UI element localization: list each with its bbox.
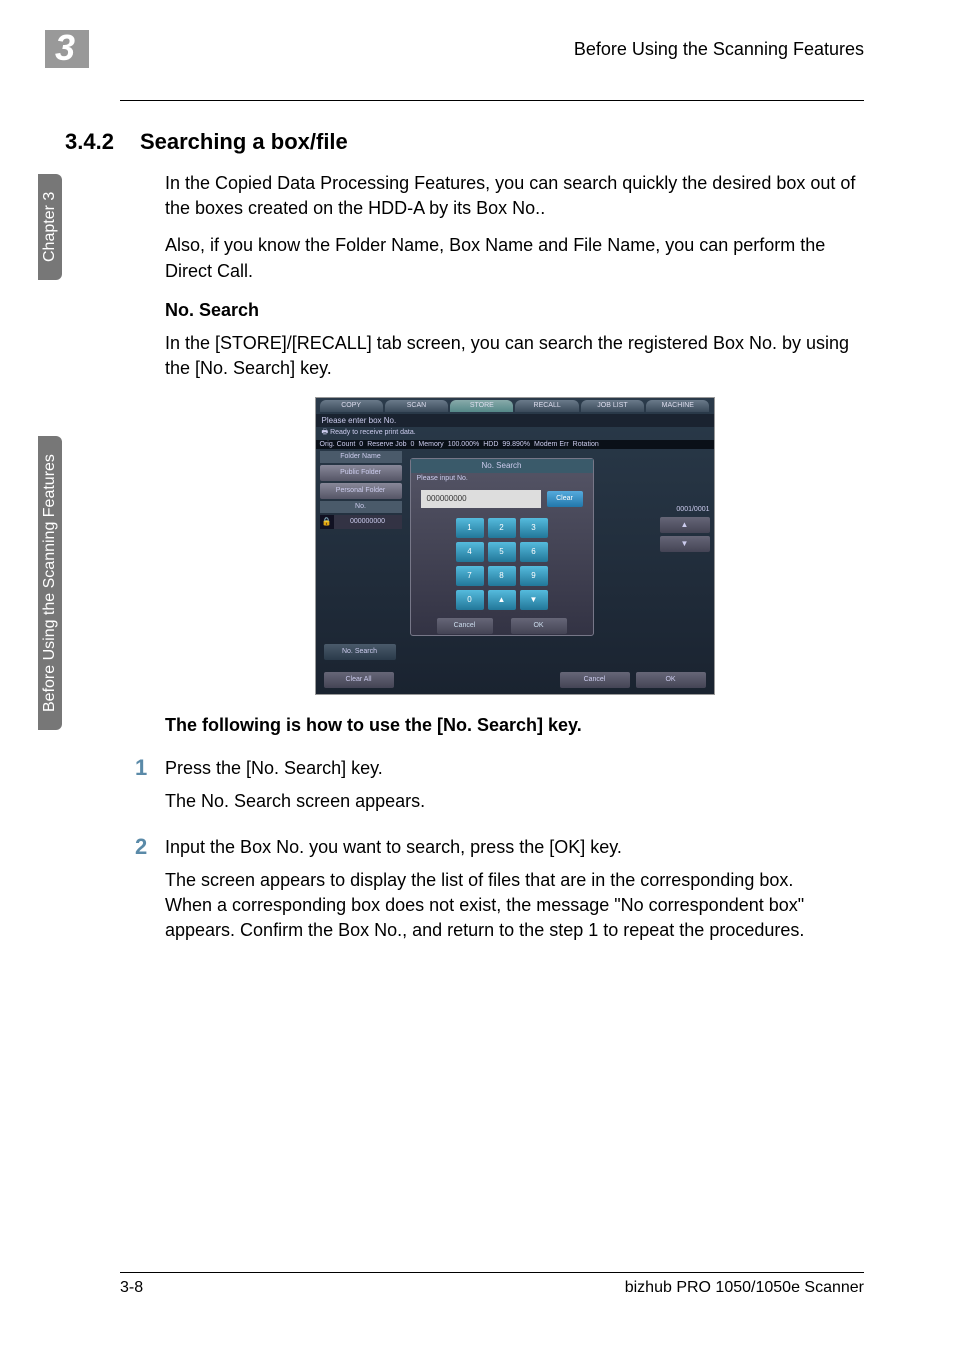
running-header-title: Before Using the Scanning Features <box>574 39 864 60</box>
memory-value: 100.000% <box>448 441 480 448</box>
step-1-number: 1 <box>135 756 165 780</box>
reserve-label: Reserve Job <box>367 441 406 448</box>
ready-status: Ready to receive print data. <box>330 429 416 436</box>
section-title: Searching a box/file <box>140 129 348 155</box>
orig-count-value: 0 <box>359 441 363 448</box>
keypad-4[interactable]: 4 <box>456 542 484 562</box>
scroll-up-button[interactable]: ▲ <box>660 517 710 533</box>
keypad-9[interactable]: 9 <box>520 566 548 586</box>
no-search-heading: No. Search <box>165 300 864 321</box>
side-tab-chapter: Chapter 3 <box>38 174 62 280</box>
keypad-up[interactable]: ▲ <box>488 590 516 610</box>
scroll-down-button[interactable]: ▼ <box>660 536 710 552</box>
dialog-number-input[interactable]: 000000000 <box>421 490 541 508</box>
no-search-dialog: No. Search Please input No. 000000000 Cl… <box>410 458 594 636</box>
no-column-header: No. <box>320 501 402 513</box>
keypad-3[interactable]: 3 <box>520 518 548 538</box>
step-1-subtext: The No. Search screen appears. <box>165 789 864 814</box>
hdd-value: 99.890% <box>502 441 530 448</box>
keypad-1[interactable]: 1 <box>456 518 484 538</box>
intro-paragraph-1: In the Copied Data Processing Features, … <box>165 171 864 221</box>
side-tab-title: Before Using the Scanning Features <box>38 436 62 730</box>
orig-count-label: Orig. Count <box>320 441 356 448</box>
device-screenshot: COPY SCAN STORE RECALL JOB LIST MACHINE … <box>315 397 715 695</box>
modem-status: Modem Err <box>534 441 569 448</box>
tab-store[interactable]: STORE <box>450 400 513 412</box>
section-number: 3.4.2 <box>65 129 114 155</box>
dialog-prompt: Please input No. <box>411 473 593 484</box>
reserve-value: 0 <box>411 441 415 448</box>
public-folder-button[interactable]: Public Folder <box>320 465 402 481</box>
step-2-number: 2 <box>135 835 165 859</box>
printer-icon: 🖶 <box>322 429 329 436</box>
tab-machine[interactable]: MACHINE <box>646 400 709 412</box>
main-ok-button[interactable]: OK <box>636 672 706 688</box>
dialog-ok-button[interactable]: OK <box>511 618 567 634</box>
tab-scan[interactable]: SCAN <box>385 400 448 412</box>
box-no-cell[interactable]: 000000000 <box>334 515 402 529</box>
step-1-text: Press the [No. Search] key. <box>165 756 864 781</box>
no-search-description: In the [STORE]/[RECALL] tab screen, you … <box>165 331 864 381</box>
keypad-2[interactable]: 2 <box>488 518 516 538</box>
intro-paragraph-2: Also, if you know the Folder Name, Box N… <box>165 233 864 283</box>
how-to-heading: The following is how to use the [No. Sea… <box>165 715 864 736</box>
clear-all-button[interactable]: Clear All <box>324 672 394 688</box>
keypad-7[interactable]: 7 <box>456 566 484 586</box>
screenshot-prompt: Please enter box No. <box>316 414 714 427</box>
tab-joblist[interactable]: JOB LIST <box>581 400 644 412</box>
keypad-8[interactable]: 8 <box>488 566 516 586</box>
main-cancel-button[interactable]: Cancel <box>560 672 630 688</box>
dialog-cancel-button[interactable]: Cancel <box>437 618 493 634</box>
dialog-title: No. Search <box>411 459 593 473</box>
no-search-button[interactable]: No. Search <box>324 644 396 660</box>
chapter-badge: 3 <box>45 30 89 68</box>
folder-name-header: Folder Name <box>320 451 402 463</box>
rotation-status: Rotation <box>573 441 599 448</box>
step-2-text: Input the Box No. you want to search, pr… <box>165 835 864 860</box>
keypad-down[interactable]: ▼ <box>520 590 548 610</box>
hdd-label: HDD <box>483 441 498 448</box>
lock-icon: 🔒 <box>320 515 334 529</box>
keypad-0[interactable]: 0 <box>456 590 484 610</box>
keypad-6[interactable]: 6 <box>520 542 548 562</box>
footer-product-name: bizhub PRO 1050/1050e Scanner <box>625 1279 864 1297</box>
footer-page-number: 3-8 <box>120 1279 143 1297</box>
tab-copy[interactable]: COPY <box>320 400 383 412</box>
personal-folder-button[interactable]: Personal Folder <box>320 483 402 499</box>
step-2-subtext: The screen appears to display the list o… <box>165 868 864 944</box>
memory-label: Memory <box>418 441 443 448</box>
page-counter: 0001/0001 <box>660 506 710 513</box>
dialog-clear-button[interactable]: Clear <box>547 491 583 507</box>
tab-recall[interactable]: RECALL <box>515 400 578 412</box>
keypad-5[interactable]: 5 <box>488 542 516 562</box>
